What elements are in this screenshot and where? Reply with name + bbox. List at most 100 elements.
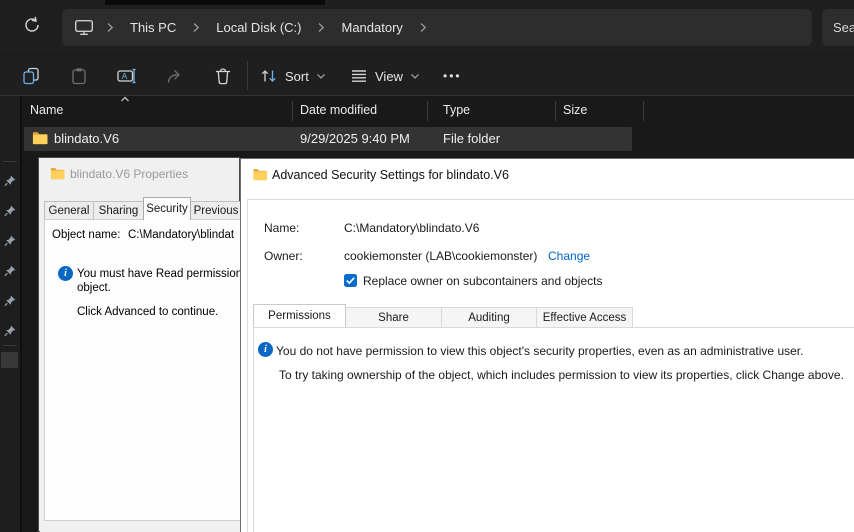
table-row[interactable]: blindato.V6 9/29/2025 9:40 PM File folde… [24,127,632,151]
breadcrumb: This PC Local Disk (C:) Mandatory [62,9,812,46]
tab-auditing[interactable]: Auditing [441,307,537,327]
paste-icon [70,67,88,85]
info-icon: i [258,342,273,357]
dialog-footer [40,521,240,532]
file-date-modified: 9/29/2025 9:40 PM [300,131,410,146]
tab-sharing[interactable]: Sharing [93,201,144,220]
rail-divider [3,161,17,162]
column-resizer[interactable] [427,101,428,121]
sort-button[interactable]: Sort [260,63,326,89]
advanced-hint: Click Advanced to continue. [77,306,218,318]
take-ownership-message: To try taking ownership of the object, w… [279,368,844,382]
column-resizer[interactable] [292,101,293,121]
permissions-warning-line2: object. [77,282,111,294]
file-type: File folder [443,131,500,146]
breadcrumb-item-mandatory[interactable]: Mandatory [335,18,408,37]
view-label: View [375,69,403,84]
column-resizer[interactable] [555,101,556,121]
tab-previous-versions[interactable]: Previous [190,201,242,220]
tab-share[interactable]: Share [345,307,442,327]
view-icon [350,69,368,83]
advanced-security-dialog: Advanced Security Settings for blindato.… [240,158,854,532]
folder-icon [252,168,268,181]
refresh-icon [22,15,42,35]
tab-permissions[interactable]: Permissions [253,304,346,327]
chevron-right-icon [106,22,114,33]
tab-page: Object name: C:\Mandatory\blindat i You … [44,219,240,521]
chevron-down-icon [316,73,326,80]
tab-effective-access[interactable]: Effective Access [536,307,633,327]
copy-icon [22,67,40,85]
refresh-button[interactable] [22,15,42,35]
tab-seam [105,0,325,5]
permissions-warning-line1: You must have Read permissions [77,268,248,280]
owner-label: Owner: [264,249,303,263]
tab-strip: Permissions Share Auditing Effective Acc… [253,304,633,327]
toolbar-divider [247,61,248,90]
sort-ascending-icon [120,96,130,102]
no-permission-message: You do not have permission to view this … [276,344,803,358]
address-bar: This PC Local Disk (C:) Mandatory Sea [0,0,854,54]
folder-icon [32,131,48,145]
dialog-content-panel: Name: C:\Mandatory\blindato.V6 Owner: co… [247,199,854,532]
tab-security[interactable]: Security [143,197,191,220]
change-owner-link[interactable]: Change [548,249,590,263]
breadcrumb-item-local-disk[interactable]: Local Disk (C:) [210,18,307,37]
tab-general[interactable]: General [44,201,94,220]
checkmark-icon [345,275,356,286]
copy-button[interactable] [18,63,44,89]
more-icon: ••• [443,69,462,83]
chevron-right-icon [317,22,325,33]
chevron-right-icon [192,22,200,33]
breadcrumb-item-this-pc[interactable]: This PC [124,18,182,37]
object-name-label: Object name: [52,229,120,241]
rail-selected-item[interactable] [1,352,18,368]
tab-page: i You do not have permission to view thi… [253,327,854,532]
info-icon: i [58,266,73,281]
pinned-item[interactable] [4,235,16,247]
name-value: C:\Mandatory\blindato.V6 [344,221,479,235]
pinned-item[interactable] [4,295,16,307]
pinned-item[interactable] [4,205,16,217]
rename-button[interactable]: A [114,63,140,89]
chevron-right-icon[interactable] [419,22,427,33]
view-button[interactable]: View [350,63,420,89]
command-bar: A Sort View [0,54,854,96]
column-resizer[interactable] [643,101,644,121]
replace-owner-checkbox[interactable] [344,274,357,287]
paste-button[interactable] [66,63,92,89]
navigation-rail [0,96,20,532]
pinned-item[interactable] [4,325,16,337]
this-pc-icon [74,19,94,36]
search-text: Sea [833,20,854,35]
see-more-button[interactable]: ••• [443,63,462,89]
sort-icon [260,68,278,84]
dialog-title: blindato.V6 Properties [70,167,188,181]
folder-icon [50,167,65,180]
column-header-size[interactable]: Size [563,103,587,117]
column-header-name[interactable]: Name [30,103,63,117]
delete-button[interactable] [210,63,236,89]
column-header-type[interactable]: Type [443,103,470,117]
column-header-date-modified[interactable]: Date modified [300,103,377,117]
replace-owner-label: Replace owner on subcontainers and objec… [363,274,602,288]
owner-value: cookiemonster (LAB\cookiemonster) [344,249,537,263]
rename-icon: A [117,67,137,85]
tab-strip: General Sharing Security Previous [44,199,242,220]
chevron-down-icon [410,73,420,80]
dialog-title: Advanced Security Settings for blindato.… [272,168,509,182]
sort-label: Sort [285,69,309,84]
pinned-item[interactable] [4,175,16,187]
file-name: blindato.V6 [54,131,119,146]
search-input[interactable]: Sea [822,9,854,46]
delete-icon [214,67,232,85]
svg-text:A: A [122,71,128,81]
rail-divider [3,345,17,346]
properties-dialog: blindato.V6 Properties General Sharing S… [38,157,240,532]
share-icon [166,67,184,85]
pinned-item[interactable] [4,265,16,277]
object-name-value: C:\Mandatory\blindat [128,229,234,241]
rail-seam [20,96,22,532]
name-label: Name: [264,221,299,235]
share-button[interactable] [162,63,188,89]
